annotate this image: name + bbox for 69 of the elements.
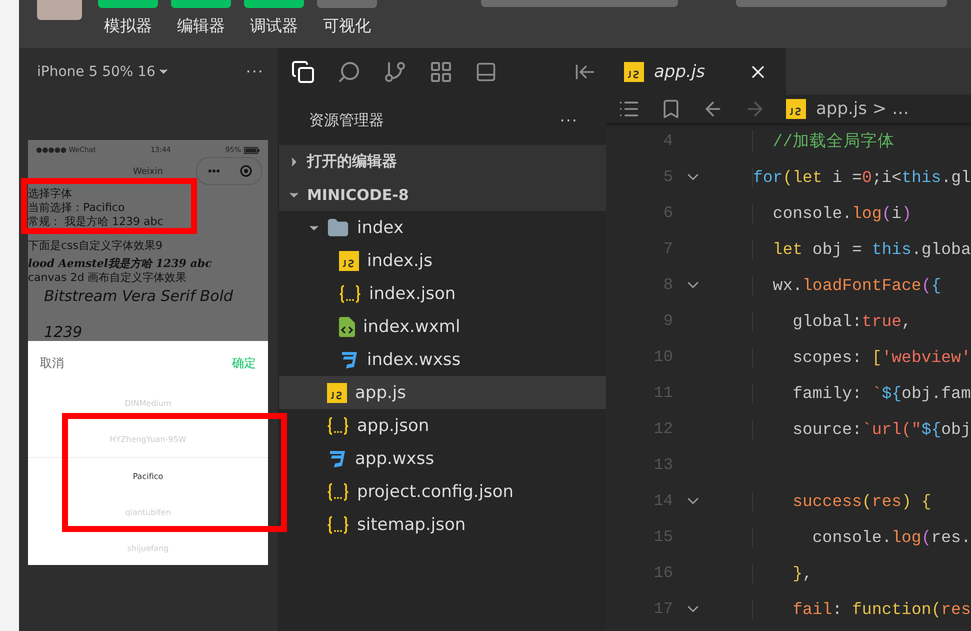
- file-tree-item[interactable]: project.config.json: [279, 475, 606, 508]
- toolbar-field[interactable]: [736, 0, 947, 7]
- code-line: source:`url("${obj: [752, 420, 971, 438]
- page-text: 下面是css自定义字体效果9: [28, 239, 164, 253]
- css-file-icon: [339, 350, 359, 368]
- section-header[interactable]: MINICODE-8: [279, 178, 606, 211]
- code-line: fail: function(res: [752, 600, 971, 618]
- js-file-icon: [339, 250, 359, 270]
- code-line: wx.loadFontFace({: [752, 276, 942, 294]
- cancel-button[interactable]: 取消: [40, 355, 64, 385]
- js-file-icon: [327, 382, 347, 402]
- editor-tab[interactable]: app.js: [606, 48, 786, 95]
- page-text: canvas 2d 画布自定义字体效果: [28, 271, 188, 285]
- code-line: let obj = this.globa: [752, 240, 971, 258]
- capsule-button[interactable]: [196, 157, 262, 185]
- nav-title: Weixin: [133, 167, 163, 177]
- explorer-title: 资源管理器: [309, 110, 384, 130]
- code-line: //加载全局字体: [752, 130, 895, 152]
- file-tree-item[interactable]: app.json: [279, 409, 606, 442]
- code-line: family: `${obj.fam: [752, 384, 971, 402]
- code-line: for(let i =0;i<this.gl: [752, 168, 971, 186]
- section-header[interactable]: 打开的编辑器: [279, 145, 606, 178]
- code-line: console.log(res.: [752, 528, 971, 546]
- css-file-icon: [327, 450, 347, 468]
- panel-icon[interactable]: [475, 60, 497, 82]
- folder-icon: [327, 216, 349, 238]
- toolbar-label: 编辑器: [177, 16, 225, 37]
- tab-label: app.js: [654, 62, 706, 82]
- toolbar-label: 模拟器: [104, 16, 152, 37]
- code-line: success(res) {: [752, 492, 932, 510]
- file-tree-item[interactable]: index.wxml: [279, 310, 606, 343]
- braces-file-icon: [327, 482, 349, 500]
- page-text: 常规： 我是方哈 1239 abc: [28, 215, 164, 229]
- file-tree-item[interactable]: sitemap.json: [279, 508, 606, 541]
- braces-file-icon: [327, 516, 349, 534]
- braces-file-icon: [339, 284, 361, 302]
- target-icon: [240, 165, 252, 177]
- code-line: console.log(i): [752, 204, 912, 222]
- file-tree-item[interactable]: app.js: [279, 376, 606, 409]
- page-text: 1239: [43, 323, 84, 341]
- code-line: global:true,: [752, 312, 912, 330]
- device-selector[interactable]: iPhone 5 50% 16: [37, 64, 170, 80]
- page-text: lood Aemstel我是方哈 1239 abc: [28, 257, 213, 271]
- code-file-icon: [339, 316, 355, 336]
- more-menu[interactable]: ···: [246, 62, 264, 81]
- search-icon[interactable]: [337, 60, 361, 84]
- js-file-icon: [786, 99, 806, 119]
- code-line: scopes: ['webview': [752, 348, 971, 366]
- toolbar-label: 调试器: [250, 16, 298, 37]
- file-tree-item[interactable]: index.js: [279, 244, 606, 277]
- grid-icon[interactable]: [429, 60, 453, 84]
- braces-file-icon: [327, 416, 349, 434]
- toolbar-label: 可视化: [323, 16, 371, 37]
- page-text: 当前选择：Pacifico: [28, 201, 126, 215]
- page-text: 选择字体: [28, 187, 73, 201]
- code-line: },: [752, 564, 812, 582]
- page-text: Bitstream Vera Serif Bold: [43, 287, 234, 305]
- file-tree-item[interactable]: index: [279, 211, 606, 244]
- picker-option[interactable]: Pacifico: [28, 457, 268, 494]
- js-file-icon: [624, 62, 644, 82]
- files-icon[interactable]: [291, 60, 315, 84]
- file-tree-item[interactable]: index.json: [279, 277, 606, 310]
- more-menu[interactable]: ···: [560, 110, 578, 130]
- branch-icon[interactable]: [383, 60, 407, 84]
- file-tree-item[interactable]: app.wxss: [279, 442, 606, 475]
- toolbar-field[interactable]: [481, 0, 678, 7]
- battery-icon: [244, 146, 260, 154]
- breadcrumb-text[interactable]: app.js > …: [816, 99, 910, 119]
- file-tree-item[interactable]: index.wxss: [279, 343, 606, 376]
